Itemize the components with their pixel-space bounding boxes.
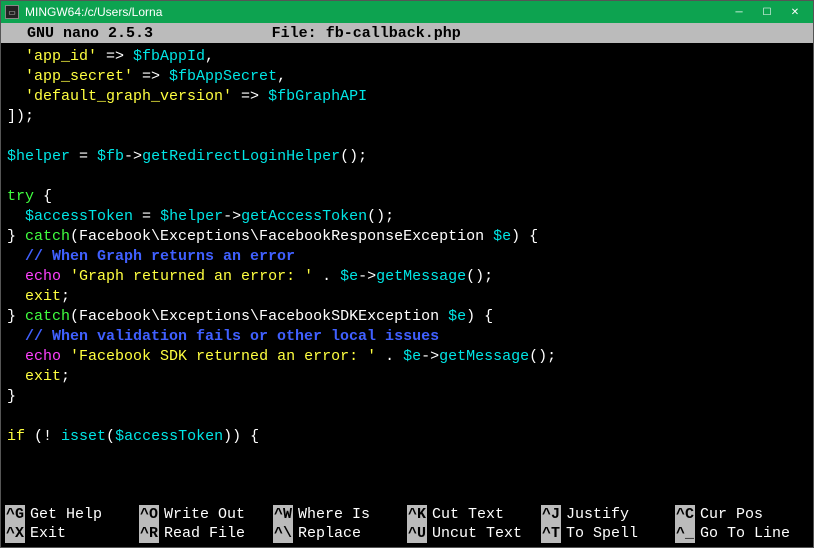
close-button[interactable]: ✕ (781, 2, 809, 22)
shortcut-exit[interactable]: ^XExit (5, 524, 139, 543)
shortcut-where-is[interactable]: ^WWhere Is (273, 505, 407, 524)
maximize-button[interactable]: ☐ (753, 2, 781, 22)
shortcut-row-2: ^XExit ^RRead File ^\Replace ^UUncut Tex… (5, 524, 809, 543)
shortcut-justify[interactable]: ^JJustify (541, 505, 675, 524)
shortcut-get-help[interactable]: ^GGet Help (5, 505, 139, 524)
shortcut-to-spell[interactable]: ^TTo Spell (541, 524, 675, 543)
shortcut-bar: ^GGet Help ^OWrite Out ^WWhere Is ^KCut … (1, 503, 813, 547)
shortcut-cut-text[interactable]: ^KCut Text (407, 505, 541, 524)
app-icon: ▭ (5, 5, 19, 19)
window-title: MINGW64:/c/Users/Lorna (25, 5, 725, 19)
editor-area[interactable]: 'app_id' => $fbAppId, 'app_secret' => $f… (1, 43, 813, 503)
shortcut-read-file[interactable]: ^RRead File (139, 524, 273, 543)
shortcut-write-out[interactable]: ^OWrite Out (139, 505, 273, 524)
minimize-button[interactable]: ─ (725, 2, 753, 22)
shortcut-go-to-line[interactable]: ^_Go To Line (675, 524, 809, 543)
shortcut-uncut-text[interactable]: ^UUncut Text (407, 524, 541, 543)
shortcut-cur-pos[interactable]: ^CCur Pos (675, 505, 809, 524)
nano-header: GNU nano 2.5.3 File: fb-callback.php (1, 23, 813, 43)
nano-file-info: File: fb-callback.php (272, 25, 543, 42)
shortcut-replace[interactable]: ^\Replace (273, 524, 407, 543)
titlebar[interactable]: ▭ MINGW64:/c/Users/Lorna ─ ☐ ✕ (1, 1, 813, 23)
nano-app-name: GNU nano 2.5.3 (9, 25, 272, 42)
code-content: 'app_id' => $fbAppId, 'app_secret' => $f… (7, 47, 807, 447)
window-controls: ─ ☐ ✕ (725, 2, 809, 22)
terminal-window: ▭ MINGW64:/c/Users/Lorna ─ ☐ ✕ GNU nano … (0, 0, 814, 548)
shortcut-row-1: ^GGet Help ^OWrite Out ^WWhere Is ^KCut … (5, 505, 809, 524)
